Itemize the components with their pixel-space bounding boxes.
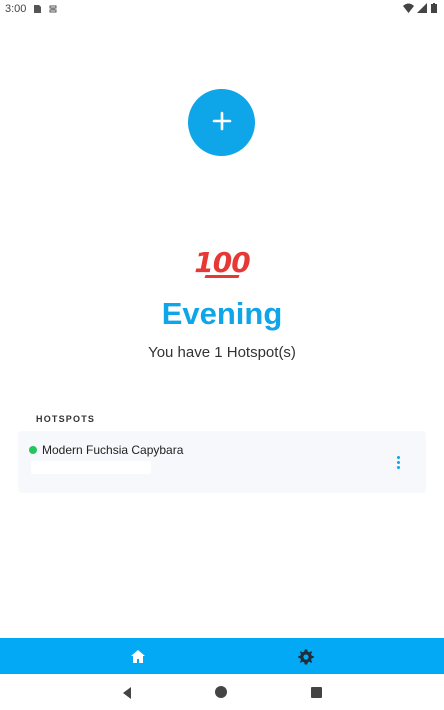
bottom-navigation (0, 638, 444, 674)
hotspot-name: Modern Fuchsia Capybara (42, 443, 184, 457)
hotspot-card[interactable]: Modern Fuchsia Capybara (18, 431, 426, 493)
status-right (403, 3, 437, 13)
status-time: 3:00 (5, 3, 27, 15)
status-dot (29, 446, 37, 454)
system-navigation-bar (0, 674, 444, 710)
hotspot-detail-placeholder (31, 461, 151, 474)
hotspots-section-title: HOTSPOTS (36, 414, 96, 424)
more-vert-icon-dot (396, 465, 400, 469)
recent-apps-icon[interactable] (311, 687, 322, 698)
battery-icon (431, 3, 437, 13)
hundred-points-emoji: 100 (0, 246, 444, 279)
hotspot-count-text: You have 1 Hotspot(s) (148, 344, 296, 361)
more-vert-icon-dot (396, 455, 400, 459)
status-left: 3:00 (5, 3, 58, 15)
add-hotspot-button[interactable] (188, 89, 255, 156)
back-icon[interactable] (120, 686, 134, 700)
home-icon[interactable] (129, 648, 147, 666)
status-bar: 3:00 (0, 0, 444, 18)
sync-icon (48, 4, 58, 14)
greeting-title: Evening (161, 296, 283, 331)
wifi-icon (403, 3, 414, 13)
more-vert-icon-dot (396, 460, 400, 464)
emoji-underline (204, 275, 240, 278)
signal-icon (417, 3, 427, 13)
sd-card-icon (32, 4, 42, 14)
plus-icon (212, 111, 232, 134)
system-home-icon[interactable] (215, 686, 227, 698)
gear-icon[interactable] (297, 648, 315, 666)
more-options-button[interactable] (390, 453, 406, 471)
